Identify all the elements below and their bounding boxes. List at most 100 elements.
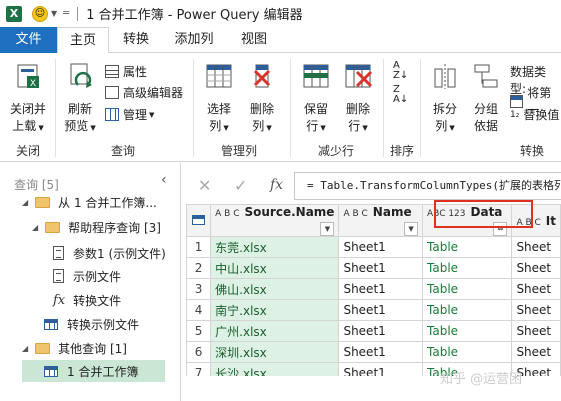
data-column-highlight <box>434 200 533 228</box>
table-row[interactable]: 3 佛山.xlsx Sheet1 Table Sheet <box>186 278 561 300</box>
cell-name[interactable]: Sheet1 <box>338 362 424 376</box>
table-row[interactable]: 6 深圳.xlsx Sheet1 Table Sheet <box>186 341 561 363</box>
choose-columns-icon <box>206 64 232 88</box>
cell-source-name[interactable]: 深圳.xlsx <box>210 341 340 363</box>
refresh-label: 刷新 <box>67 102 92 116</box>
collapse-pane-icon[interactable]: ‹ <box>161 172 167 188</box>
cell-data[interactable]: Table <box>422 236 513 258</box>
tab-file[interactable]: 文件 <box>0 27 57 53</box>
confirm-formula-icon[interactable]: ✓ <box>234 176 247 195</box>
advanced-editor-button[interactable]: 高级编辑器 <box>105 84 183 101</box>
keep-rows-button[interactable]: 保留 行 ▼ <box>298 61 334 137</box>
tab-view[interactable]: 视图 <box>230 27 278 53</box>
table-row[interactable]: 4 南宁.xlsx Sheet1 Table Sheet <box>186 299 561 321</box>
choose-columns-label: 选择 <box>206 102 231 116</box>
cell-data[interactable]: Table <box>422 341 513 363</box>
cell-name[interactable]: Sheet1 <box>338 236 424 258</box>
data-grid: A B C Source.Name ▼ A B C Name ▼ ABC 123 Data… <box>186 204 561 376</box>
row-number[interactable]: 7 <box>186 362 212 376</box>
properties-button[interactable]: 属性 <box>105 63 147 80</box>
remove-columns-button[interactable]: 删除 列 ▼ <box>244 61 280 137</box>
row-number[interactable]: 4 <box>186 299 212 321</box>
formula-input[interactable]: = Table.TransformColumnTypes(扩展的表格列1,{{"… <box>294 172 561 200</box>
remove-rows-icon <box>345 64 373 88</box>
tab-add-column[interactable]: 添加列 <box>164 27 224 53</box>
cell-source-name[interactable]: 南宁.xlsx <box>210 299 340 321</box>
cell-data[interactable]: Table <box>422 257 513 279</box>
choose-columns-button[interactable]: 选择 列 ▼ <box>200 61 238 137</box>
remove-rows-button[interactable]: 删除 行 ▼ <box>340 61 376 137</box>
row-number[interactable]: 1 <box>186 236 212 258</box>
ribbon-tabs: 文件 主页 转换 添加列 视图 <box>0 27 561 54</box>
sort-descending-button[interactable]: Z A↓ <box>393 85 408 105</box>
cell-item[interactable]: Sheet <box>511 299 561 321</box>
tree-label: 帮助程序查询 [3] <box>68 220 161 235</box>
cell-source-name[interactable]: 中山.xlsx <box>210 257 340 279</box>
close-and-load-button[interactable]: X 关闭并 上载 ▼ <box>6 61 50 137</box>
manage-button[interactable]: 管理 ▼ <box>105 106 154 123</box>
tree-item-transform-sample[interactable]: 转换示例文件 <box>44 313 139 335</box>
customize-toolbar-icon[interactable]: ═ <box>63 8 69 19</box>
cancel-formula-icon[interactable]: ✕ <box>198 176 211 195</box>
row-number[interactable]: 2 <box>186 257 212 279</box>
replace-values-icon: 1₂ <box>510 109 520 120</box>
cell-name[interactable]: Sheet1 <box>338 278 424 300</box>
cell-item[interactable]: Sheet <box>511 320 561 342</box>
cell-data[interactable]: Table <box>422 278 513 300</box>
select-all-cell[interactable] <box>186 204 212 237</box>
tab-home[interactable]: 主页 <box>57 27 109 54</box>
keep-rows-label-2: 行 <box>306 119 319 133</box>
refresh-preview-button[interactable]: 刷新 预览 ▼ <box>62 61 98 137</box>
cell-data[interactable]: Table <box>422 320 513 342</box>
row-number[interactable]: 6 <box>186 341 212 363</box>
cell-source-name[interactable]: 东莞.xlsx <box>210 236 340 258</box>
table-row[interactable]: 2 中山.xlsx Sheet1 Table Sheet <box>186 257 561 279</box>
split-column-button[interactable]: 拆分 列 ▼ <box>427 61 463 137</box>
cell-item[interactable]: Sheet <box>511 341 561 363</box>
chevron-down-icon[interactable]: ▼ <box>51 9 57 18</box>
row-number[interactable]: 5 <box>186 320 212 342</box>
cell-name[interactable]: Sheet1 <box>338 257 424 279</box>
tree-item-sample-file[interactable]: 示例文件 <box>53 265 121 287</box>
tree-item-parameter[interactable]: 参数1 (示例文件) <box>53 242 166 264</box>
group-by-label-2: 依据 <box>473 119 498 133</box>
tree-item-transform-file[interactable]: fx 转换文件 <box>53 289 121 311</box>
remove-rows-label: 删除 <box>345 102 370 116</box>
tree-item-merged-workbook[interactable]: 1 合并工作簿 <box>22 360 165 382</box>
group-label-reduce-rows: 减少行 <box>318 144 355 158</box>
cell-data[interactable]: Table <box>422 299 513 321</box>
cell-item[interactable]: Sheet <box>511 257 561 279</box>
tab-transform[interactable]: 转换 <box>112 27 160 53</box>
tree-folder-helper-queries[interactable]: ◢ 帮助程序查询 [3] <box>32 216 161 238</box>
advanced-editor-icon <box>105 86 119 99</box>
column-header-source-name[interactable]: A B C Source.Name ▼ <box>210 204 340 237</box>
cell-source-name[interactable]: 佛山.xlsx <box>210 278 340 300</box>
cell-item[interactable]: Sheet <box>511 236 561 258</box>
table-row[interactable]: 5 广州.xlsx Sheet1 Table Sheet <box>186 320 561 342</box>
refresh-icon <box>70 63 92 88</box>
cell-name[interactable]: Sheet1 <box>338 320 424 342</box>
cell-name[interactable]: Sheet1 <box>338 341 424 363</box>
expand-triangle-icon: ◢ <box>22 343 29 353</box>
cell-name[interactable]: Sheet1 <box>338 299 424 321</box>
tree-folder-from-workbook[interactable]: ◢ 从 1 合并工作簿... <box>22 191 157 213</box>
replace-values-button[interactable]: 1₂ 替换值 <box>510 106 559 123</box>
group-divider <box>383 59 384 157</box>
cell-item[interactable]: Sheet <box>511 278 561 300</box>
table-row[interactable]: 1 东莞.xlsx Sheet1 Table Sheet <box>186 236 561 258</box>
row-number[interactable]: 3 <box>186 278 212 300</box>
sort-ascending-button[interactable]: A Z↓ <box>393 61 408 81</box>
tree-folder-other-queries[interactable]: ◢ 其他查询 [1] <box>22 337 127 359</box>
filter-dropdown-icon[interactable]: ▼ <box>404 222 419 236</box>
group-divider <box>55 59 56 157</box>
cell-source-name[interactable]: 广州.xlsx <box>210 320 340 342</box>
smiley-feedback-icon[interactable]: ☺ <box>32 5 48 22</box>
column-name: Source.Name <box>244 205 335 220</box>
text-type-icon: A B C <box>215 209 240 219</box>
group-by-button[interactable]: 分组 依据 <box>468 61 504 135</box>
fx-icon[interactable]: fx <box>270 177 283 193</box>
filter-dropdown-icon[interactable]: ▼ <box>320 222 335 236</box>
cell-source-name[interactable]: 长沙.xlsx <box>210 362 340 376</box>
title-bar: X ☺ ▼ ═ 1 合并工作簿 - Power Query 编辑器 <box>0 0 561 27</box>
column-header-name[interactable]: A B C Name ▼ <box>338 204 424 237</box>
